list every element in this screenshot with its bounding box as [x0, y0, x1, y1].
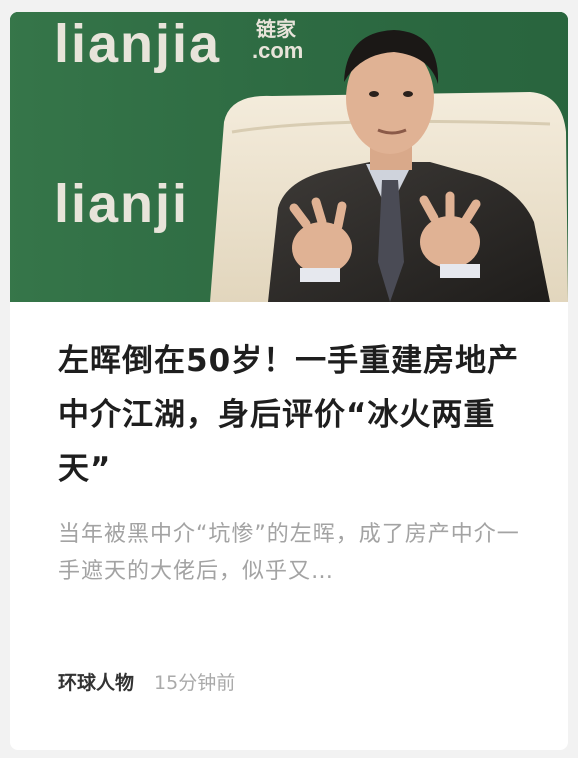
left-hand — [292, 222, 352, 274]
article-time: 15分钟前 — [154, 672, 236, 694]
cover-photo: lianjia 链家 .com lianji — [10, 12, 568, 302]
logo-text-bottom: lianji — [54, 174, 189, 234]
article-meta: 环球人物 15分钟前 — [58, 668, 235, 695]
logo-text-top: lianjia — [54, 14, 221, 74]
article-summary: 当年被黑中介“坑惨”的左晖，成了房产中介一手遮天的大佬后，似乎又… — [58, 522, 520, 584]
article-title[interactable]: 左晖倒在50岁！一手重建房地产中介江湖，身后评价“冰火两重天” — [58, 334, 520, 496]
article-text: 左晖倒在50岁！一手重建房地产中介江湖，身后评价“冰火两重天” 当年被黑中介“坑… — [58, 334, 520, 590]
article-cover-image: lianjia 链家 .com lianji — [10, 12, 568, 302]
right-hand — [420, 216, 480, 268]
logo-text-dotcom: .com — [252, 38, 303, 63]
article-card[interactable]: lianjia 链家 .com lianji 左晖倒在50岁！一手重建房地产中介… — [10, 12, 568, 750]
article-source[interactable]: 环球人物 — [58, 668, 134, 695]
